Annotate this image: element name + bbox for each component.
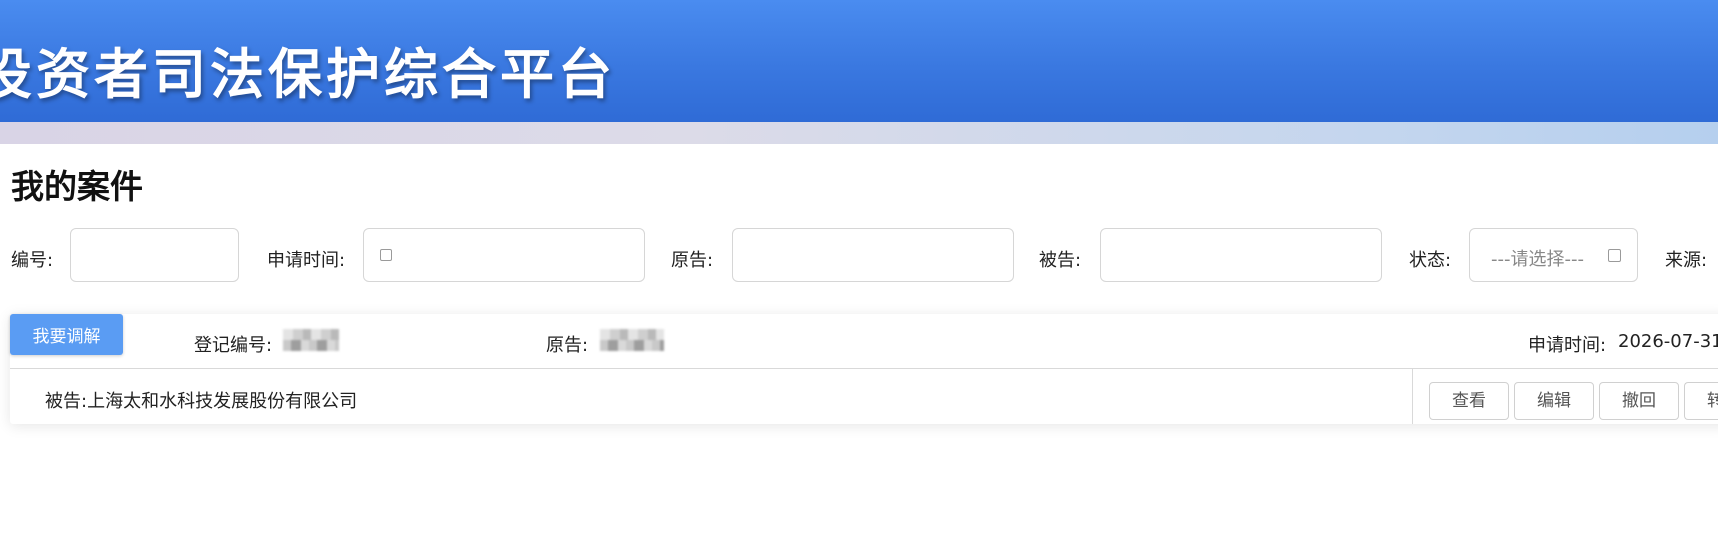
plaintiff-label: 原告:	[671, 250, 714, 271]
defendant-input[interactable]	[1100, 228, 1382, 282]
case-apply-time-label: 申请时间:	[1528, 335, 1607, 356]
defendant-label: 被告:	[1039, 250, 1082, 271]
header-banner: 投资者司法保护综合平台	[0, 0, 1718, 122]
status-placeholder: ---请选择---	[1491, 249, 1584, 270]
withdraw-button[interactable]: 撤回	[1599, 382, 1679, 420]
case-apply-time-value: 2026-07-31	[1618, 331, 1718, 352]
apply-time-label: 申请时间:	[267, 250, 346, 271]
status-select[interactable]: ---请选择---	[1469, 228, 1638, 282]
source-label: 来源:	[1665, 250, 1708, 271]
edit-button[interactable]: 编辑	[1514, 382, 1594, 420]
reg-no-label: 登记编号:	[194, 335, 273, 356]
transfer-button[interactable]: 转	[1684, 382, 1718, 420]
action-divider	[1412, 368, 1413, 424]
case-plaintiff-label: 原告:	[546, 335, 589, 356]
view-button[interactable]: 查看	[1429, 382, 1509, 420]
banner-band	[0, 122, 1718, 144]
calendar-icon	[380, 249, 392, 261]
number-input[interactable]	[70, 228, 239, 282]
dropdown-icon	[1608, 249, 1621, 262]
case-card: 我要调解 登记编号: 原告: 申请时间: 2026-07-31 被告:上海太和水…	[10, 314, 1718, 424]
status-label: 状态:	[1409, 250, 1452, 271]
plaintiff-redacted	[600, 329, 664, 351]
apply-time-input[interactable]	[363, 228, 645, 282]
reg-no-redacted	[283, 329, 339, 351]
page-title: 我的案件	[11, 167, 143, 206]
plaintiff-input[interactable]	[732, 228, 1014, 282]
case-card-header: 我要调解 登记编号: 原告: 申请时间: 2026-07-31	[10, 314, 1718, 369]
mediate-button[interactable]: 我要调解	[10, 314, 123, 355]
case-defendant: 被告:上海太和水科技发展股份有限公司	[45, 391, 358, 412]
number-label: 编号:	[11, 250, 54, 271]
platform-title: 投资者司法保护综合平台	[0, 42, 616, 106]
